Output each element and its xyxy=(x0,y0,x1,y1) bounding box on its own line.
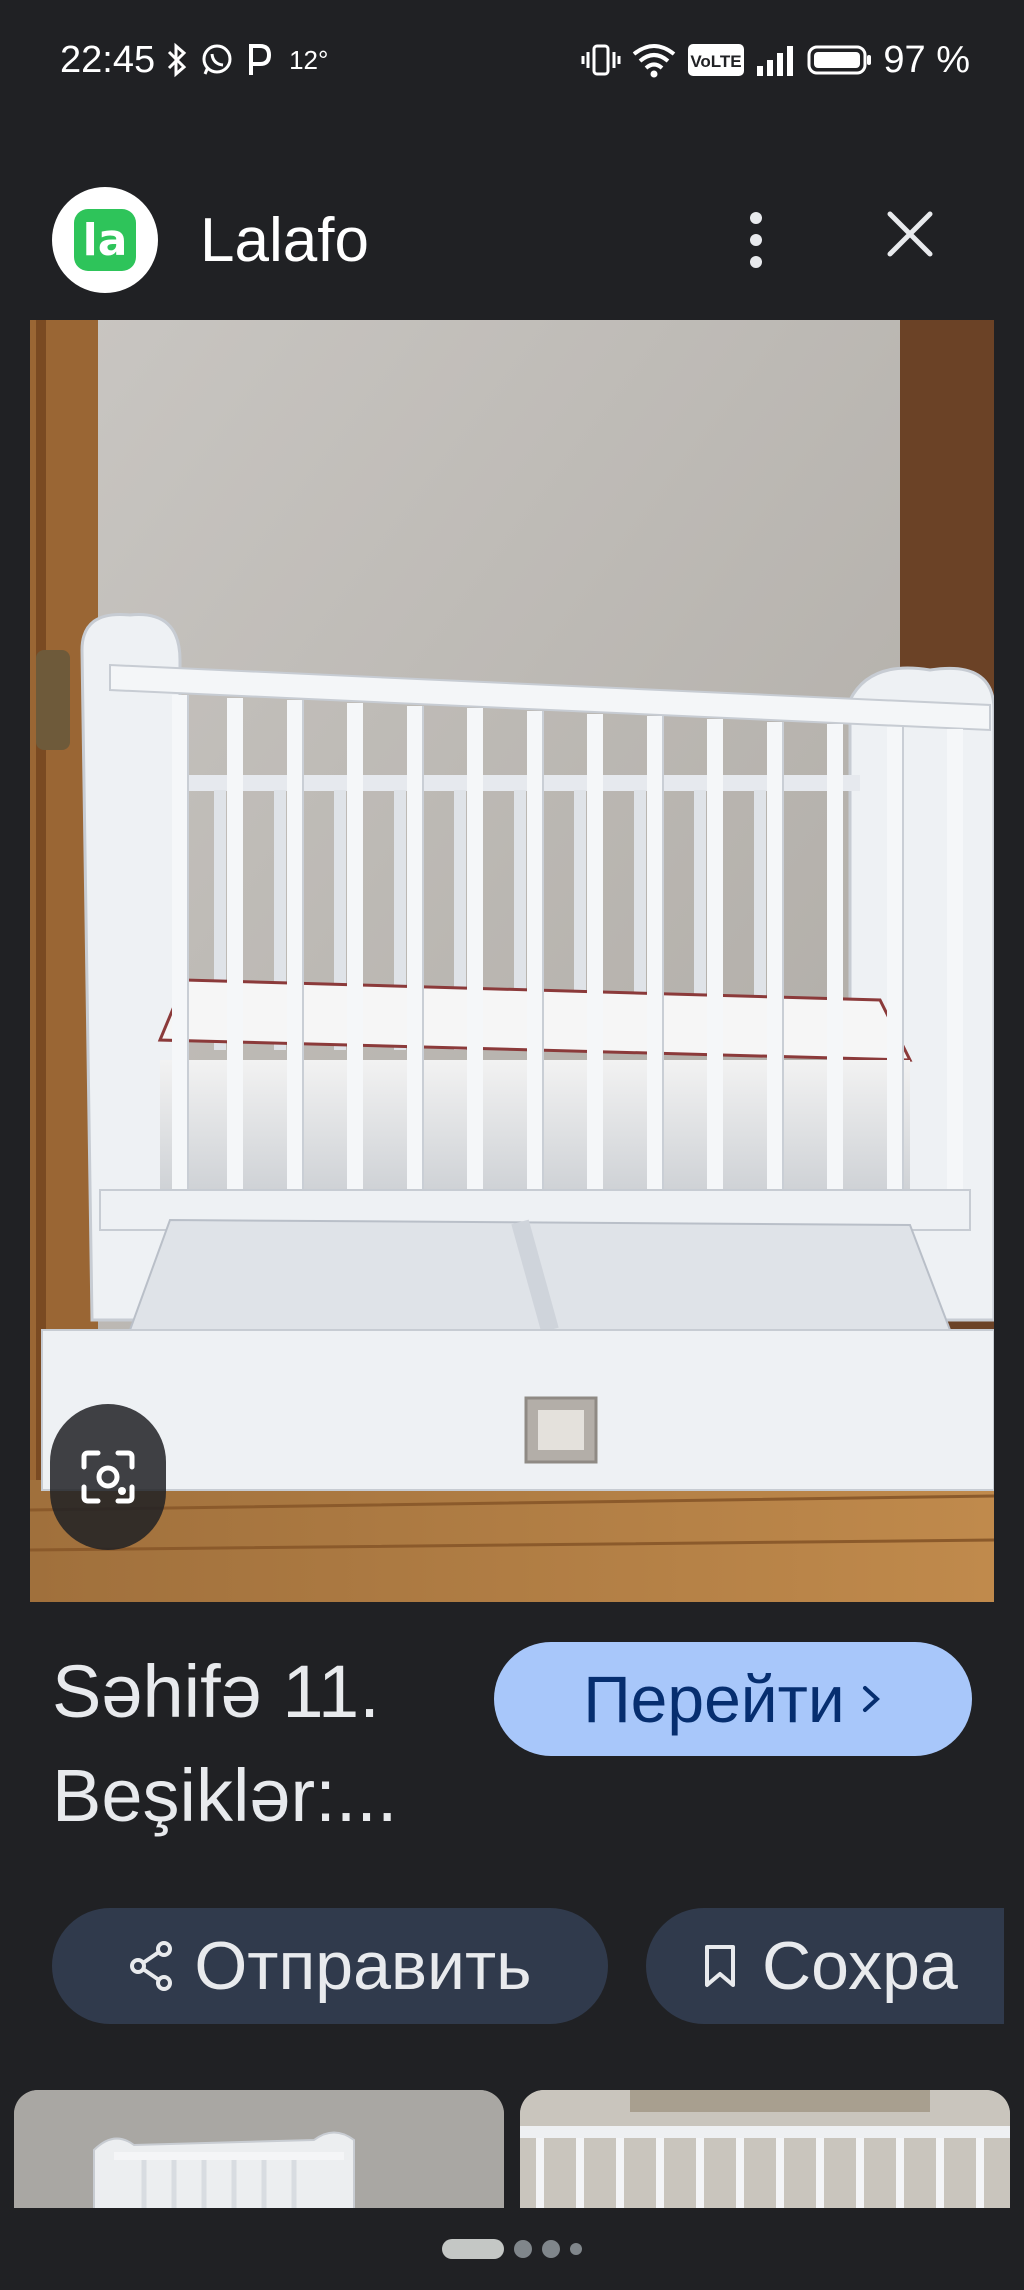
more-vert-icon-dot xyxy=(750,234,762,246)
chevron-right-icon xyxy=(862,1686,880,1712)
result-title-line1: Səhifə 11. xyxy=(52,1650,380,1733)
more-vert-icon xyxy=(750,212,762,224)
bluetooth-icon xyxy=(168,42,187,78)
site-logo[interactable]: la xyxy=(52,187,158,293)
signal-icon xyxy=(757,46,794,76)
save-label: Сохра xyxy=(762,1928,958,2004)
site-name: Lalafo xyxy=(200,205,369,275)
source-header: la Lalafo xyxy=(0,160,1024,320)
share-icon xyxy=(130,1941,173,1991)
battery-percent: 97 % xyxy=(883,38,970,81)
result-image[interactable] xyxy=(30,320,994,1602)
crib-image xyxy=(30,320,994,1602)
vibrate-icon xyxy=(581,44,621,76)
visit-button-label: Перейти xyxy=(583,1662,845,1736)
related-image[interactable] xyxy=(520,2090,1010,2208)
battery-icon xyxy=(807,45,872,75)
action-chips: Отправить Сохра xyxy=(0,1908,1004,2026)
page-dot xyxy=(570,2243,582,2255)
whatsapp-icon xyxy=(202,44,232,75)
page-dot-active xyxy=(442,2239,504,2259)
wifi-icon xyxy=(633,44,676,78)
save-button[interactable]: Сохра xyxy=(646,1908,1004,2024)
result-title-line2: Beşiklər:... xyxy=(52,1754,398,1837)
visit-button[interactable]: Перейти xyxy=(494,1642,972,1756)
site-logo-badge: la xyxy=(74,209,136,271)
lens-search-button[interactable] xyxy=(50,1404,166,1550)
more-vert-icon-dot xyxy=(750,256,762,268)
lens-icon xyxy=(81,1450,135,1504)
related-image[interactable] xyxy=(14,2090,504,2208)
result-title[interactable]: Səhifə 11. Beşiklər:... xyxy=(52,1640,472,1848)
share-button[interactable]: Отправить xyxy=(52,1908,608,2024)
parking-icon xyxy=(249,44,272,75)
more-options-button[interactable] xyxy=(728,188,784,292)
share-label: Отправить xyxy=(194,1928,532,2004)
bookmark-icon xyxy=(705,1945,735,1987)
volte-badge: VoLTE xyxy=(688,44,745,76)
status-left: 22:45 12° xyxy=(60,39,328,82)
site-logo-text: la xyxy=(82,214,128,266)
page-dot xyxy=(514,2240,532,2258)
page-dot xyxy=(542,2240,560,2258)
close-icon[interactable] xyxy=(876,200,944,268)
status-bar: 22:45 12° VoLTE 97 % xyxy=(0,0,1024,120)
related-crib-image-2 xyxy=(520,2090,1010,2208)
volte-text: VoLTE xyxy=(691,52,742,71)
status-temperature: 12° xyxy=(289,44,329,75)
status-right: VoLTE 97 % xyxy=(581,39,970,82)
related-crib-image-1 xyxy=(14,2090,504,2208)
page-indicator xyxy=(0,2236,1024,2262)
status-time: 22:45 xyxy=(60,38,156,81)
